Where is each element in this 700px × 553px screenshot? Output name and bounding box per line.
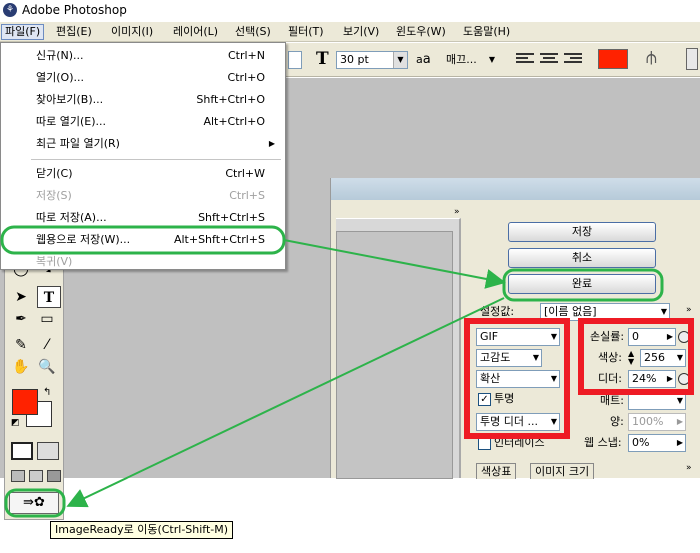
- green-arrow-to-toolbox: [66, 297, 505, 508]
- green-arrow-to-done: [283, 239, 506, 289]
- green-highlight-menu-item: [0, 225, 286, 255]
- tooltip: ImageReady로 이동(Ctrl-Shift-M): [50, 521, 234, 539]
- green-highlight-done-button: [502, 268, 664, 302]
- green-highlight-jump-icon: [4, 488, 66, 518]
- annotation-overlay: [0, 225, 664, 518]
